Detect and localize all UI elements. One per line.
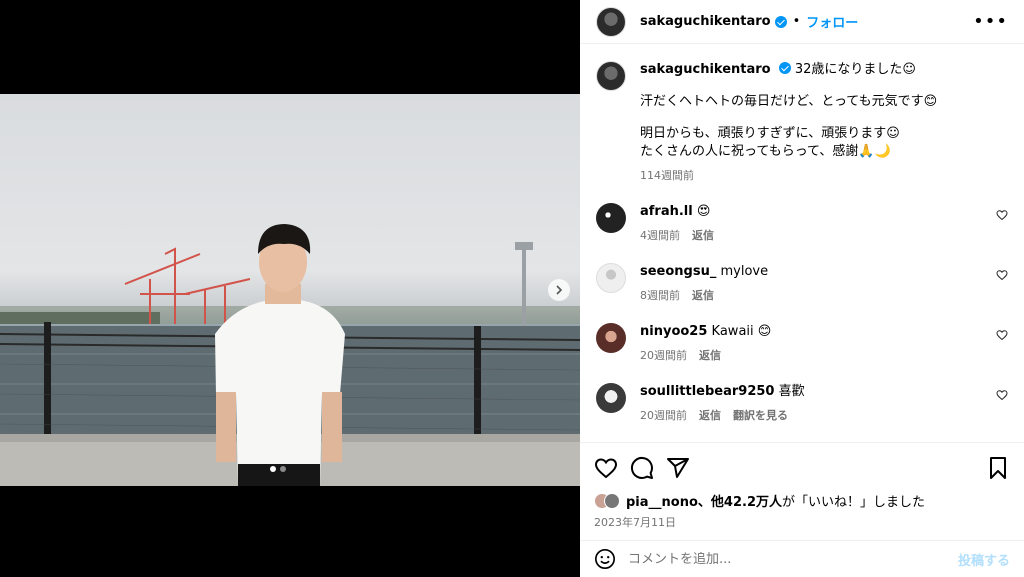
likes-text-tail: が「いいね！」しました	[782, 495, 926, 510]
post-actions: pia__nono、他42.2万人が「いいね！」しました 2023年7月11日	[580, 442, 1024, 530]
avatar[interactable]	[596, 323, 626, 353]
liker-username[interactable]: pia__nono	[626, 495, 698, 510]
comments-section: sakaguchikentaro 32歳になりました☺ 汗だくヘトヘトの毎日だけ…	[580, 45, 1024, 440]
comment-username[interactable]: ninyoo25	[640, 324, 707, 339]
comment-timestamp: 8週間前	[640, 289, 680, 302]
reply-button[interactable]: 返信	[692, 227, 714, 245]
comment-item: soullittlebear9250 喜歡 20週間前 返信 翻訳を見る	[596, 383, 1008, 425]
comment-username[interactable]: afrah.ll	[640, 204, 693, 219]
likes-summary: pia__nono、他42.2万人が「いいね！」しました	[594, 491, 1010, 510]
comment-timestamp: 20週間前	[640, 409, 687, 422]
avatar[interactable]	[596, 383, 626, 413]
caption-timestamp: 114週間前	[640, 169, 694, 182]
next-image-button[interactable]	[548, 279, 570, 301]
like-heart-icon[interactable]	[594, 456, 618, 480]
avatar[interactable]	[596, 203, 626, 233]
post-date[interactable]: 2023年7月11日	[594, 514, 1010, 530]
chevron-right-icon	[556, 285, 563, 295]
separator-dot: •	[792, 14, 801, 29]
avatar[interactable]	[604, 492, 620, 509]
carousel-dot	[270, 466, 276, 472]
verified-icon	[774, 15, 787, 28]
comment-timestamp: 20週間前	[640, 349, 687, 362]
media-area	[0, 0, 580, 577]
comment-text: 😍	[696, 204, 711, 219]
like-comment-heart-icon[interactable]	[996, 389, 1008, 401]
carousel-indicator	[270, 466, 286, 472]
post-header: sakaguchikentaro • フォロー •••	[580, 0, 1024, 44]
verified-icon	[778, 62, 791, 74]
carousel-dot	[280, 466, 286, 472]
caption-avatar[interactable]	[596, 61, 626, 91]
caption-username[interactable]: sakaguchikentaro	[640, 62, 771, 77]
header-username[interactable]: sakaguchikentaro	[640, 14, 771, 29]
comment-item: afrah.ll 😍 4週間前 返信	[596, 203, 1008, 245]
follow-button[interactable]: フォロー	[806, 12, 858, 31]
post-caption: sakaguchikentaro 32歳になりました☺ 汗だくヘトヘトの毎日だけ…	[596, 61, 1008, 185]
share-icon[interactable]	[666, 456, 690, 480]
comment-username[interactable]: soullittlebear9250	[640, 384, 774, 399]
photo-illustration	[0, 224, 580, 486]
reply-button[interactable]: 返信	[699, 347, 721, 365]
add-comment-bar: 投稿する	[580, 540, 1024, 577]
bookmark-icon[interactable]	[986, 456, 1010, 480]
avatar[interactable]	[596, 6, 626, 37]
emoji-icon[interactable]	[594, 548, 616, 570]
comment-timestamp: 4週間前	[640, 229, 680, 242]
comment-text: Kawaii 😊	[711, 324, 772, 339]
caption-body: sakaguchikentaro 32歳になりました☺ 汗だくヘトヘトの毎日だけ…	[640, 61, 937, 185]
caption-line: 32歳になりました☺	[794, 62, 916, 77]
comment-item: ninyoo25 Kawaii 😊 20週間前 返信	[596, 323, 1008, 365]
post-comment-button[interactable]: 投稿する	[958, 550, 1010, 569]
caption-line: 明日からも、頑張りすぎずに、頑張ります☺	[640, 126, 900, 141]
comment-icon[interactable]	[630, 456, 654, 480]
like-comment-heart-icon[interactable]	[996, 269, 1008, 281]
more-icon[interactable]: •••	[973, 11, 1008, 32]
reply-button[interactable]: 返信	[699, 407, 721, 425]
comment-text: 喜歡	[778, 384, 805, 399]
like-comment-heart-icon[interactable]	[996, 209, 1008, 221]
likes-count[interactable]: 42.2万人	[724, 495, 782, 510]
post-panel: sakaguchikentaro • フォロー ••• sakaguchiken…	[580, 0, 1024, 577]
likes-text-mid: 、他	[697, 495, 724, 510]
caption-line: 汗だくヘトヘトの毎日だけど、とっても元気です😊	[640, 94, 938, 109]
caption-line: たくさんの人に祝ってもらって、感謝🙏🌙	[640, 144, 891, 159]
comment-username[interactable]: seeongsu_	[640, 264, 716, 279]
comment-item: seeongsu_ mylove 8週間前 返信	[596, 263, 1008, 305]
avatar[interactable]	[596, 263, 626, 293]
see-translation-button[interactable]: 翻訳を見る	[733, 407, 788, 425]
post-photo[interactable]	[0, 94, 580, 486]
reply-button[interactable]: 返信	[692, 287, 714, 305]
comment-input[interactable]	[628, 551, 958, 567]
comment-text: mylove	[720, 264, 769, 279]
like-comment-heart-icon[interactable]	[996, 329, 1008, 341]
